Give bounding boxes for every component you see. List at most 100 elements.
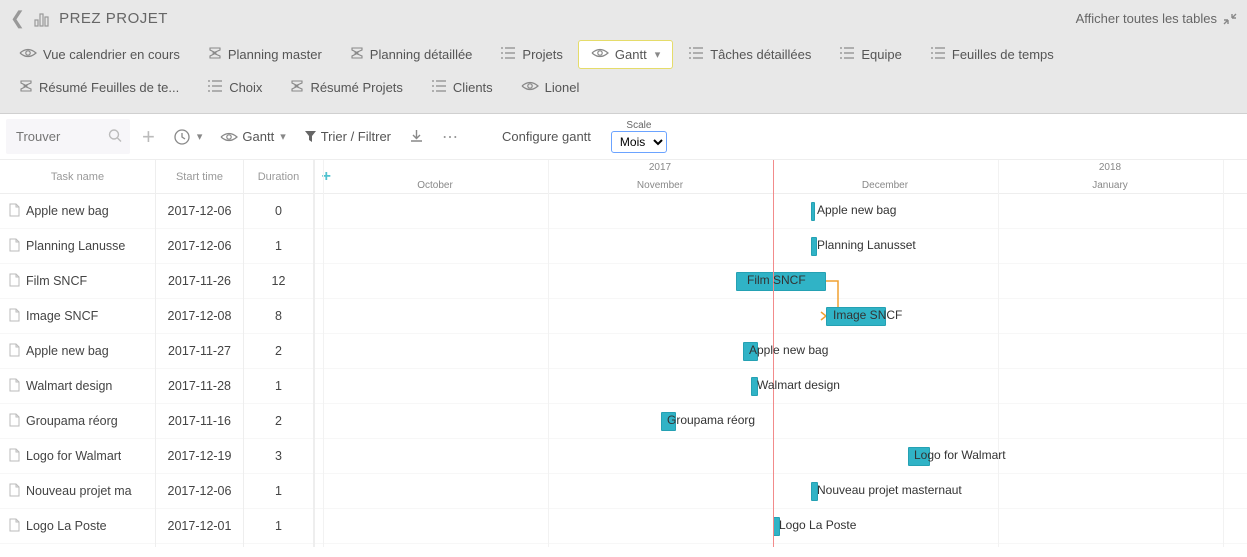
show-all-tables-button[interactable]: Afficher toutes les tables xyxy=(1076,11,1237,26)
tab-feuilles-de-temps[interactable]: Feuilles de temps xyxy=(917,39,1067,70)
sort-filter-button[interactable]: Trier / Filtrer xyxy=(298,125,397,148)
tab-projets[interactable]: Projets xyxy=(487,39,575,70)
tab-t-ches-d-taill-es[interactable]: Tâches détaillées xyxy=(675,39,824,70)
collapse-icon xyxy=(1223,12,1237,26)
filter-icon xyxy=(304,130,317,143)
task-duration-cell[interactable]: 8 xyxy=(244,299,313,334)
task-name-cell[interactable]: Planning Lanusse xyxy=(0,229,155,264)
tab-choix[interactable]: Choix xyxy=(194,72,275,103)
tab-gantt[interactable]: Gantt▾ xyxy=(578,40,673,69)
tab-planning-master[interactable]: Planning master xyxy=(195,39,335,70)
task-duration-cell[interactable]: 1 xyxy=(244,229,313,264)
task-start-cell[interactable]: 2017-12-01 xyxy=(156,509,243,544)
more-button[interactable]: ⋯ xyxy=(436,123,464,151)
document-icon xyxy=(8,238,20,255)
configure-gantt-button[interactable]: Configure gantt xyxy=(496,125,597,148)
sigma-icon xyxy=(208,46,222,63)
year-label: 2018 xyxy=(1099,162,1121,173)
task-name-cell[interactable]: Walmart design xyxy=(0,369,155,404)
tab-r-sum-projets[interactable]: Résumé Projets xyxy=(277,72,415,103)
chart-icon xyxy=(33,10,51,28)
list-icon xyxy=(207,79,223,96)
document-icon xyxy=(8,378,20,395)
task-start-cell[interactable]: 2017-11-16 xyxy=(156,404,243,439)
eye-icon xyxy=(19,47,37,62)
month-label: October xyxy=(417,180,453,191)
document-icon xyxy=(8,448,20,465)
task-start-cell[interactable]: 2017-12-06 xyxy=(156,194,243,229)
gantt-bar-label: Groupama réorg xyxy=(667,413,755,427)
gridline xyxy=(1223,160,1224,547)
task-duration-cell[interactable]: 3 xyxy=(244,439,313,474)
tab-planning-d-taill-e[interactable]: Planning détaillée xyxy=(337,39,486,70)
tab-clients[interactable]: Clients xyxy=(418,72,506,103)
document-icon xyxy=(8,273,20,290)
task-start-cell[interactable]: 2017-12-19 xyxy=(156,439,243,474)
task-duration-cell[interactable]: 0 xyxy=(244,194,313,229)
gantt-bar-label: Apple new bag xyxy=(817,203,896,217)
task-name-cell[interactable]: Nouveau projet ma xyxy=(0,474,155,509)
list-icon xyxy=(839,46,855,63)
task-name-cell[interactable]: Groupama réorg xyxy=(0,404,155,439)
task-duration-cell[interactable]: 2 xyxy=(244,404,313,439)
task-duration-cell[interactable]: 1 xyxy=(244,369,313,404)
gantt-bar-label: Apple new bag xyxy=(749,343,828,357)
task-name-cell[interactable]: Apple new bag xyxy=(0,334,155,369)
gantt-bar-label: Walmart design xyxy=(757,378,840,392)
task-start-cell[interactable]: 2017-12-06 xyxy=(156,474,243,509)
list-icon xyxy=(500,46,516,63)
task-name-cell[interactable]: Logo La Poste xyxy=(0,509,155,544)
gantt-bar[interactable] xyxy=(811,202,815,221)
document-icon xyxy=(8,483,20,500)
search-icon xyxy=(108,128,122,145)
gantt-bar-label: Logo for Walmart xyxy=(914,448,1006,462)
eye-icon xyxy=(591,47,609,62)
tab-vue-calendrier-en-cours[interactable]: Vue calendrier en cours xyxy=(6,40,193,69)
list-icon xyxy=(688,46,704,63)
task-name-cell[interactable]: Film SNCF xyxy=(0,264,155,299)
history-button[interactable]: ▾ xyxy=(167,124,209,150)
back-button[interactable]: ❮ xyxy=(10,8,25,29)
month-label: January xyxy=(1092,180,1128,191)
list-icon xyxy=(930,46,946,63)
month-label: November xyxy=(637,180,683,191)
gantt-bar-label: Film SNCF xyxy=(747,273,806,287)
column-header-duration[interactable]: Duration + xyxy=(244,160,313,194)
task-duration-cell[interactable]: 2 xyxy=(244,334,313,369)
search-input-wrap xyxy=(6,119,130,154)
month-label: December xyxy=(862,180,908,191)
download-button[interactable] xyxy=(403,125,430,148)
list-icon xyxy=(431,79,447,96)
document-icon xyxy=(8,518,20,535)
tab-r-sum-feuilles-de-te-[interactable]: Résumé Feuilles de te... xyxy=(6,72,192,103)
task-start-cell[interactable]: 2017-12-06 xyxy=(156,229,243,264)
sigma-icon xyxy=(19,79,33,96)
task-start-cell[interactable]: 2017-11-28 xyxy=(156,369,243,404)
task-duration-cell[interactable]: 1 xyxy=(244,474,313,509)
view-selector[interactable]: Gantt ▾ xyxy=(214,125,291,148)
tab-equipe[interactable]: Equipe xyxy=(826,39,914,70)
scale-select[interactable]: Mois xyxy=(611,131,667,153)
task-start-cell[interactable]: 2017-11-26 xyxy=(156,264,243,299)
eye-icon xyxy=(220,131,238,143)
document-icon xyxy=(8,203,20,220)
document-icon xyxy=(8,308,20,325)
gantt-bar-label: Nouveau projet masternaut xyxy=(817,483,962,497)
gantt-bar-label: Planning Lanusset xyxy=(817,238,916,252)
task-duration-cell[interactable]: 12 xyxy=(244,264,313,299)
task-name-cell[interactable]: Apple new bag xyxy=(0,194,155,229)
column-header-name[interactable]: Task name xyxy=(0,160,155,194)
document-icon xyxy=(8,413,20,430)
task-start-cell[interactable]: 2017-12-08 xyxy=(156,299,243,334)
year-label: 2017 xyxy=(649,162,671,173)
tab-lionel[interactable]: Lionel xyxy=(508,73,593,102)
task-duration-cell[interactable]: 1 xyxy=(244,509,313,544)
document-icon xyxy=(8,343,20,360)
gantt-bar-label: Image SNCF xyxy=(833,308,902,322)
task-start-cell[interactable]: 2017-11-27 xyxy=(156,334,243,369)
column-header-start[interactable]: Start time xyxy=(156,160,243,194)
task-name-cell[interactable]: Logo for Walmart xyxy=(0,439,155,474)
dependency-arrow xyxy=(315,194,1215,547)
add-button[interactable]: + xyxy=(136,124,161,150)
task-name-cell[interactable]: Image SNCF xyxy=(0,299,155,334)
